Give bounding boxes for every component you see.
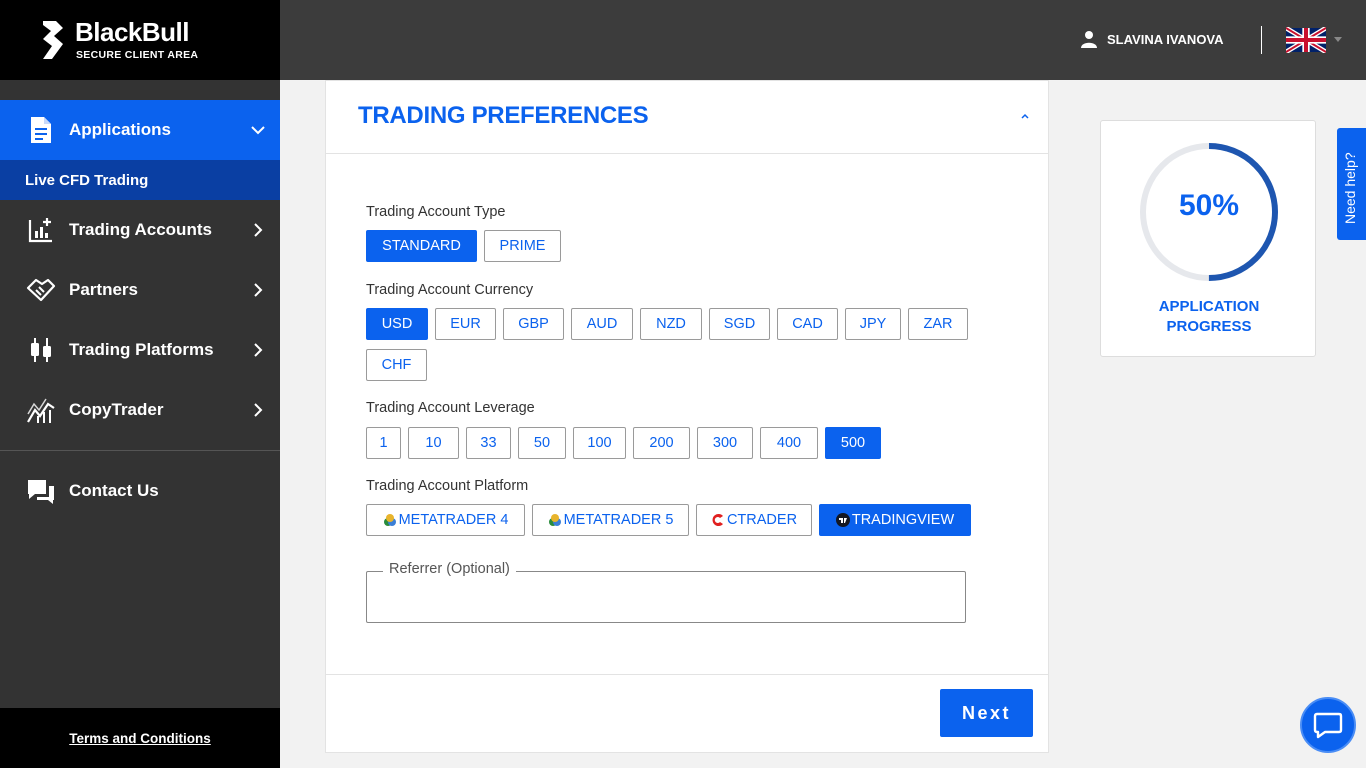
metatrader-icon bbox=[383, 514, 396, 526]
option-gbp[interactable]: GBP bbox=[503, 308, 564, 340]
tradingview-icon bbox=[835, 513, 850, 527]
top-header: SLAVINA IVANOVA bbox=[280, 0, 1366, 80]
card-footer-divider bbox=[326, 674, 1048, 675]
progress-label-line2: PROGRESS bbox=[1166, 318, 1252, 335]
need-help-tab[interactable]: Need help? bbox=[1337, 128, 1366, 240]
option-aud[interactable]: AUD bbox=[571, 308, 633, 340]
option-label: CTRADER bbox=[726, 512, 798, 528]
currency-label: Trading Account Currency bbox=[366, 282, 534, 298]
currency-options-row2: CHF bbox=[366, 349, 434, 381]
chevron-right-icon bbox=[254, 403, 263, 417]
sidebar-divider bbox=[0, 450, 280, 451]
page-title: TRADING PREFERENCES bbox=[358, 102, 649, 129]
chevron-right-icon bbox=[254, 283, 263, 297]
option-chf[interactable]: CHF bbox=[366, 349, 427, 381]
logo[interactable]: BlackBull SECURE CLIENT AREA bbox=[0, 0, 280, 80]
sidebar-nav: Applications Live CFD Trading Trading Ac… bbox=[0, 100, 280, 521]
trend-line-icon bbox=[26, 395, 56, 425]
handshake-icon bbox=[26, 275, 56, 305]
chat-bubbles-icon bbox=[26, 476, 56, 506]
option-leverage-33[interactable]: 33 bbox=[466, 427, 511, 459]
sidebar: BlackBull SECURE CLIENT AREA Application… bbox=[0, 0, 280, 768]
chevron-up-icon[interactable] bbox=[1020, 111, 1030, 121]
user-name: SLAVINA IVANOVA bbox=[1107, 31, 1224, 47]
option-standard[interactable]: STANDARD bbox=[366, 230, 477, 262]
option-leverage-10[interactable]: 10 bbox=[408, 427, 459, 459]
chevron-down-icon bbox=[251, 126, 265, 135]
chevron-right-icon bbox=[254, 343, 263, 357]
option-ctrader[interactable]: CTRADER bbox=[696, 504, 812, 536]
terms-link[interactable]: Terms and Conditions bbox=[69, 731, 211, 746]
sidebar-subitem-live-cfd[interactable]: Live CFD Trading bbox=[0, 160, 280, 200]
sidebar-item-label: Trading Accounts bbox=[69, 220, 212, 239]
platform-label: Trading Account Platform bbox=[366, 478, 529, 494]
next-button[interactable]: Next bbox=[940, 689, 1033, 737]
option-usd[interactable]: USD bbox=[366, 308, 428, 340]
candlestick-icon bbox=[26, 335, 56, 365]
referrer-label: Referrer (Optional) bbox=[383, 561, 516, 577]
chat-widget-button[interactable] bbox=[1300, 697, 1356, 753]
option-label: TRADINGVIEW bbox=[851, 512, 955, 528]
sidebar-item-label: Trading Platforms bbox=[69, 340, 214, 359]
brand-subtitle: SECURE CLIENT AREA bbox=[76, 49, 199, 61]
document-icon bbox=[26, 115, 56, 145]
metatrader-icon bbox=[548, 514, 561, 526]
option-metatrader-4[interactable]: METATRADER 4 bbox=[366, 504, 525, 536]
option-leverage-300[interactable]: 300 bbox=[697, 427, 753, 459]
currency-options: USD EUR GBP AUD NZD SGD CAD JPY ZAR bbox=[366, 308, 975, 340]
option-leverage-400[interactable]: 400 bbox=[760, 427, 818, 459]
language-caret-icon[interactable] bbox=[1334, 37, 1342, 42]
option-tradingview[interactable]: TRADINGVIEW bbox=[819, 504, 971, 536]
sidebar-item-partners[interactable]: Partners bbox=[0, 260, 280, 320]
account-type-label: Trading Account Type bbox=[366, 204, 506, 220]
leverage-label: Trading Account Leverage bbox=[366, 400, 535, 416]
application-progress-card: 50% APPLICATION PROGRESS bbox=[1100, 120, 1316, 357]
referrer-input[interactable]: Referrer (Optional) bbox=[366, 561, 966, 623]
progress-value: 50% bbox=[1178, 189, 1240, 222]
sidebar-item-contact-us[interactable]: Contact Us bbox=[0, 461, 280, 521]
card-header: TRADING PREFERENCES bbox=[326, 81, 1048, 154]
platform-options: METATRADER 4 METATRADER 5 CTRADER TRADIN… bbox=[366, 504, 978, 536]
option-cad[interactable]: CAD bbox=[777, 308, 838, 340]
chevron-right-icon bbox=[254, 223, 263, 237]
option-nzd[interactable]: NZD bbox=[640, 308, 702, 340]
sidebar-item-label: Applications bbox=[69, 120, 172, 139]
progress-label: APPLICATION PROGRESS bbox=[1101, 297, 1317, 337]
sidebar-item-label: CopyTrader bbox=[69, 400, 164, 419]
sidebar-item-label: Partners bbox=[69, 280, 138, 299]
option-leverage-200[interactable]: 200 bbox=[633, 427, 690, 459]
user-menu[interactable]: SLAVINA IVANOVA bbox=[1080, 30, 1224, 48]
uk-flag-icon[interactable] bbox=[1286, 27, 1326, 53]
trading-preferences-card: TRADING PREFERENCES Trading Account Type… bbox=[325, 80, 1049, 753]
header-divider bbox=[1261, 26, 1262, 54]
option-metatrader-5[interactable]: METATRADER 5 bbox=[532, 504, 689, 536]
option-jpy[interactable]: JPY bbox=[845, 308, 901, 340]
user-icon bbox=[1081, 31, 1097, 48]
blackbull-logo-icon bbox=[43, 21, 63, 59]
sidebar-item-applications[interactable]: Applications bbox=[0, 100, 280, 160]
option-leverage-1[interactable]: 1 bbox=[366, 427, 401, 459]
sidebar-item-trading-platforms[interactable]: Trading Platforms bbox=[0, 320, 280, 380]
chat-icon bbox=[1313, 712, 1343, 739]
option-eur[interactable]: EUR bbox=[435, 308, 496, 340]
option-sgd[interactable]: SGD bbox=[709, 308, 770, 340]
sidebar-footer: Terms and Conditions bbox=[0, 708, 280, 768]
option-prime[interactable]: PRIME bbox=[484, 230, 561, 262]
sidebar-item-label: Contact Us bbox=[69, 481, 159, 500]
option-leverage-100[interactable]: 100 bbox=[573, 427, 626, 459]
chart-plus-icon bbox=[26, 215, 56, 245]
leverage-options: 1 10 33 50 100 200 300 400 500 bbox=[366, 427, 888, 459]
ctrader-icon bbox=[712, 514, 723, 526]
sidebar-item-copytrader[interactable]: CopyTrader bbox=[0, 380, 280, 440]
progress-label-line1: APPLICATION bbox=[1158, 298, 1260, 315]
brand-name: BlackBull bbox=[75, 17, 190, 47]
option-leverage-50[interactable]: 50 bbox=[518, 427, 566, 459]
option-label: METATRADER 4 bbox=[398, 512, 509, 528]
option-label: METATRADER 5 bbox=[563, 512, 674, 528]
need-help-label: Need help? bbox=[1342, 152, 1358, 224]
sidebar-item-trading-accounts[interactable]: Trading Accounts bbox=[0, 200, 280, 260]
account-type-options: STANDARD PRIME bbox=[366, 230, 568, 262]
option-leverage-500[interactable]: 500 bbox=[825, 427, 881, 459]
option-zar[interactable]: ZAR bbox=[908, 308, 968, 340]
